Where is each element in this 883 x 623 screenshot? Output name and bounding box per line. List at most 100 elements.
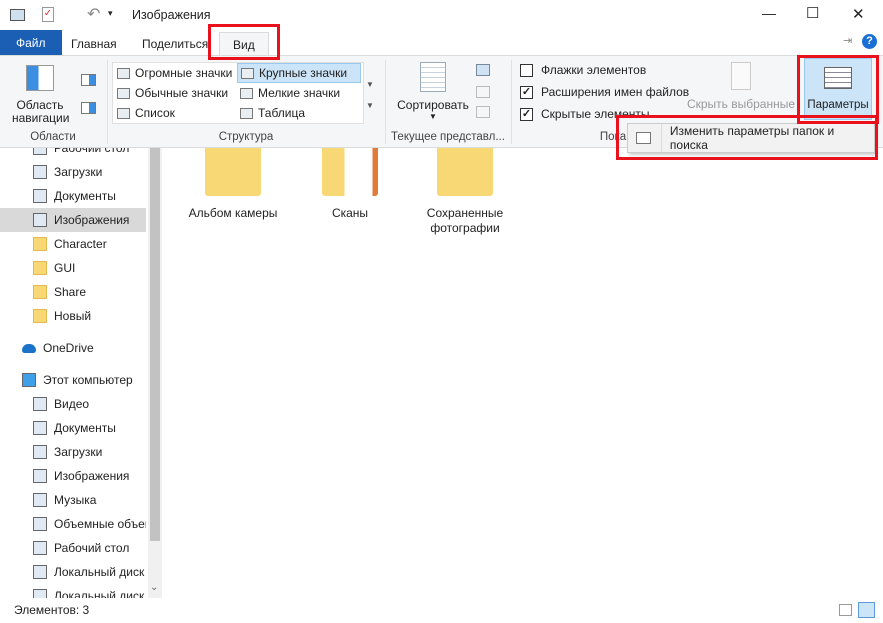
nav-item[interactable]: Share [0,280,146,304]
details-pane-icon[interactable] [81,102,96,114]
details-view-icon[interactable] [839,604,852,616]
nav-item[interactable]: Изображения [0,464,146,488]
nav-item[interactable]: OneDrive [0,336,146,360]
computer-icon [22,373,36,387]
group-label-current-view: Текущее представл... [391,131,505,143]
hide-selected-icon [731,62,751,90]
item-count: Элементов: 3 [14,603,90,617]
tab-share[interactable]: Поделиться [130,32,220,56]
group-by-icon[interactable] [476,64,490,76]
options-button[interactable]: Параметры [804,58,872,120]
nav-item[interactable]: Объемные объекты [0,512,146,536]
customize-toolbar-icon[interactable]: ▾ [108,8,113,19]
nav-item[interactable]: Документы [0,416,146,440]
maximize-button[interactable]: ☐ [806,4,819,22]
folder-icon [33,309,47,323]
folder-item[interactable]: Альбом камеры [178,148,288,221]
navigation-pane-icon [26,65,54,91]
nav-item-label: Рабочий стол [54,148,130,155]
onedrive-icon [22,343,36,353]
add-columns-icon [476,86,490,98]
layout-label: Список [135,106,175,120]
system-folder-icon [33,148,47,155]
nav-item-label: Локальный диск [54,565,145,579]
group-label-layout: Структура [218,131,274,143]
navigation-pane-button[interactable]: Область навигации [6,62,74,125]
folder-name: Альбом камеры [188,206,278,220]
gallery-expand-icon[interactable]: ▼ [366,101,374,110]
scroll-down-icon[interactable]: ⌄ [150,582,158,593]
options-dropdown-menu: Изменить параметры папок и поиска [627,123,875,153]
nav-item[interactable]: Локальный диск [0,584,146,598]
close-button[interactable]: ✕ [852,5,865,23]
nav-item[interactable]: Загрузки [0,160,146,184]
hide-selected-button[interactable]: Скрыть выбранные элементы [686,62,796,112]
app-icon [10,9,25,21]
tab-file[interactable]: Файл [0,30,62,56]
nav-item[interactable]: Документы [0,184,146,208]
gallery-scroll-down-icon[interactable]: ▼ [366,80,374,89]
folder-item[interactable]: Сканы [295,148,405,221]
tab-view[interactable]: Вид [219,32,269,56]
nav-item[interactable]: Рабочий стол [0,536,146,560]
layout-details[interactable]: Таблица [237,103,308,123]
system-folder-icon [33,421,47,435]
extra-large-icons-icon [117,67,130,79]
nav-item-label: GUI [54,261,76,275]
status-bar: Элементов: 3 [0,598,883,623]
minimize-button[interactable]: — [762,5,776,21]
folder-item[interactable]: Сохраненные фотографии [410,148,520,236]
tab-home[interactable]: Главная [59,32,129,56]
layout-label: Мелкие значки [258,86,341,100]
file-extensions-checkbox[interactable]: ✓ Расширения имен файлов [520,85,689,99]
folder-icon [205,148,261,196]
layout-label: Крупные значки [259,66,348,80]
nav-item[interactable]: Новый [0,304,146,328]
nav-item-label: Изображения [54,469,130,483]
nav-item[interactable]: Локальный диск [0,560,146,584]
group-label-areas: Области [30,131,76,143]
preview-pane-icon[interactable] [81,74,96,86]
layout-large-icons[interactable]: Крупные значки [237,63,361,83]
layout-list[interactable]: Список [114,103,178,123]
new-folder-icon[interactable] [66,7,78,23]
layout-medium-icons[interactable]: Обычные значки [114,83,231,103]
nav-item[interactable]: Character [0,232,146,256]
nav-item-label: Загрузки [54,165,103,179]
system-folder-icon [33,493,47,507]
nav-item-label: Новый [54,309,92,323]
nav-scrollbar-thumb[interactable] [150,148,160,541]
help-icon[interactable]: ? [862,34,877,49]
sort-button[interactable]: Сортировать ▼ [392,62,474,121]
nav-item-label: OneDrive [43,341,94,355]
properties-icon[interactable]: ✓ [42,7,54,22]
nav-item[interactable]: Видео [0,392,146,416]
pin-ribbon-icon[interactable]: ⇥ [843,34,852,47]
nav-item[interactable]: Изображения [0,208,146,232]
sort-label: Сортировать [397,98,469,112]
hide-selected-label: Скрыть выбранные элементы [686,97,796,111]
change-folder-options-item[interactable]: Изменить параметры папок и поиска [670,124,874,152]
medium-icons-icon [117,87,130,99]
nav-item[interactable]: Рабочий стол [0,148,146,160]
nav-item[interactable]: Музыка [0,488,146,512]
item-checkboxes-checkbox[interactable]: Флажки элементов [520,63,646,77]
nav-item[interactable]: Этот компьютер [0,368,146,392]
layout-small-icons[interactable]: Мелкие значки [237,83,343,103]
navigation-pane: Рабочий стол Загрузки Документы Изображения… [0,148,148,598]
checkbox-label: Скрытые элементы [541,107,650,121]
folder-icon [33,237,47,251]
system-folder-icon [33,469,47,483]
layout-extra-large-icons[interactable]: Огромные значки [114,63,235,83]
nav-item[interactable]: GUI [0,256,146,280]
hidden-items-checkbox[interactable]: ✓ Скрытые элементы [520,107,650,121]
nav-item-label: Рабочий стол [54,541,130,555]
small-icons-icon [240,87,253,99]
large-icons-view-icon[interactable] [858,602,875,618]
undo-icon[interactable]: ↶ [87,4,100,24]
nav-item-label: Объемные объекты [54,517,146,531]
system-folder-icon [33,517,47,531]
fit-columns-icon [476,106,490,118]
nav-item[interactable]: Загрузки [0,440,146,464]
folder-icon [33,261,47,275]
